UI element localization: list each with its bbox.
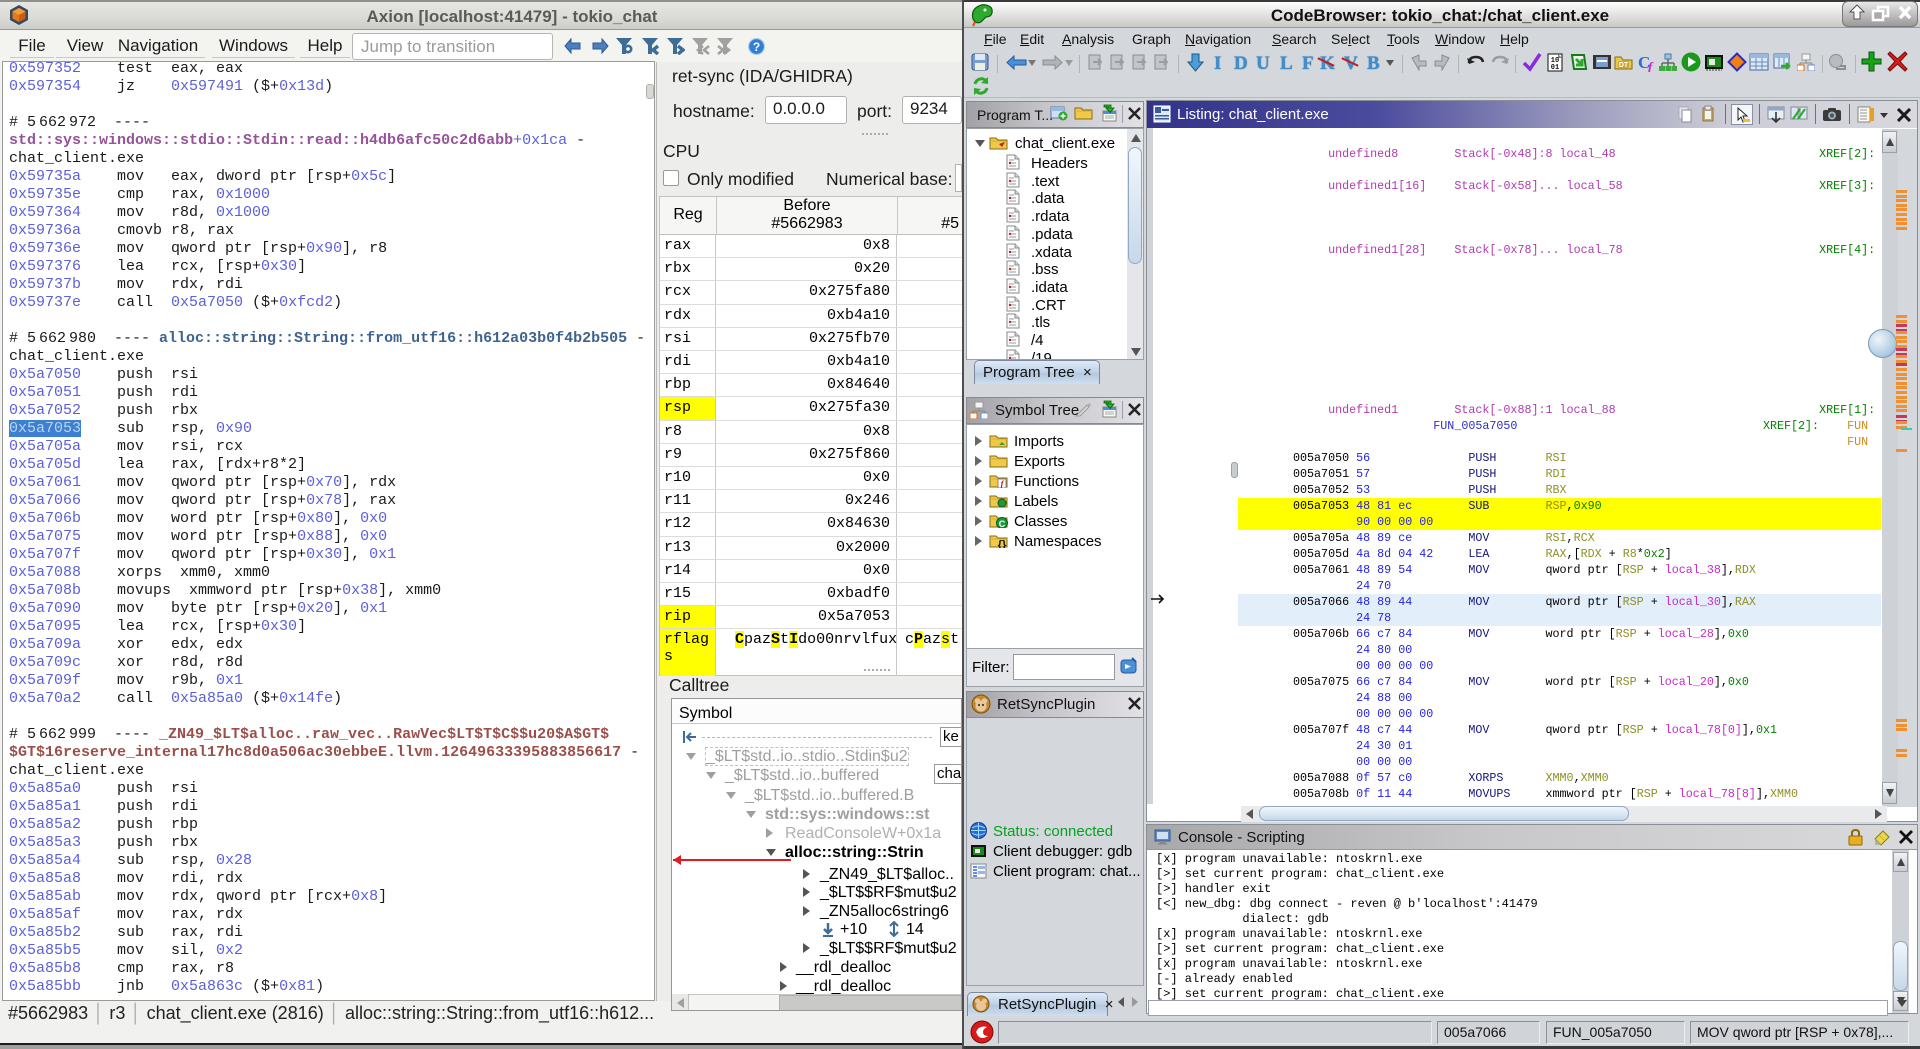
svg-text:C: C — [999, 519, 1006, 528]
svg-text:01: 01 — [1551, 64, 1559, 72]
svg-text:f: f — [1648, 59, 1654, 72]
svg-text:{}: {} — [998, 539, 1007, 548]
svg-text:?: ? — [753, 40, 760, 54]
svg-text:DT: DT — [1619, 62, 1629, 69]
